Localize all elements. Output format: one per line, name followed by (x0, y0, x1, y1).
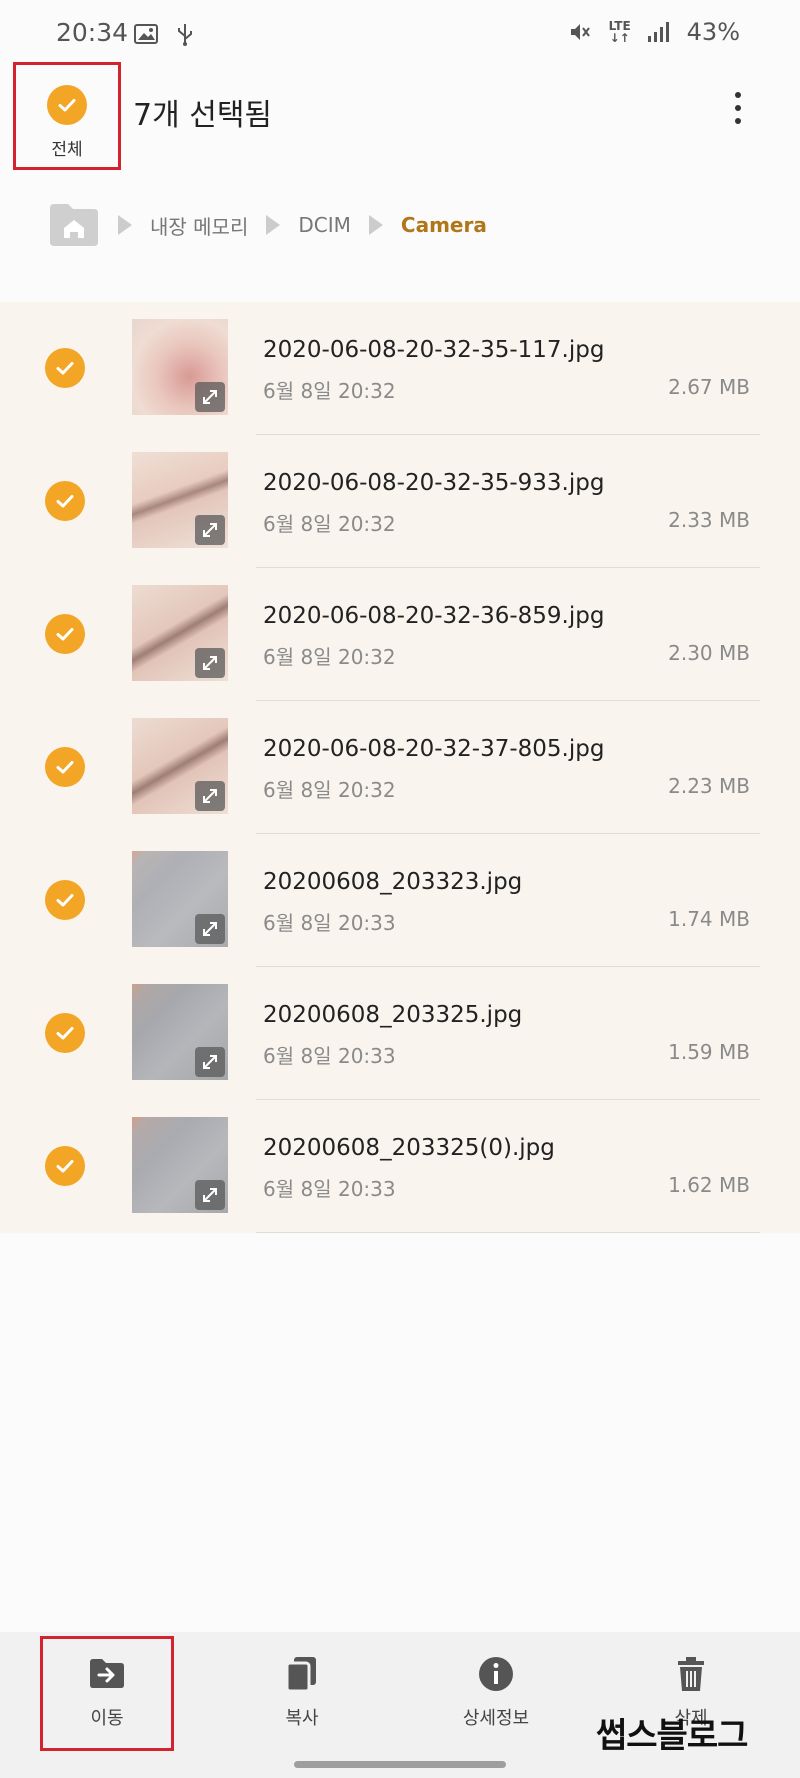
file-name: 2020-06-08-20-32-37-805.jpg (263, 736, 605, 762)
status-time: 20:34 (56, 18, 129, 47)
file-size: 1.59 MB (668, 1040, 750, 1064)
chevron-right-icon (266, 215, 281, 235)
expand-icon[interactable] (195, 382, 225, 412)
expand-icon[interactable] (195, 1180, 225, 1210)
chevron-right-icon (368, 215, 383, 235)
lte-icon: LTE ↓↑ (608, 19, 631, 45)
file-thumbnail[interactable] (132, 984, 228, 1080)
file-list: 2020-06-08-20-32-35-117.jpg 6월 8일 20:32 … (0, 302, 800, 1233)
page-title: 7개 선택됨 (133, 98, 273, 133)
expand-icon[interactable] (195, 515, 225, 545)
status-bar: 20:34 LTE ↓↑ 43% (0, 0, 800, 70)
file-name: 2020-06-08-20-32-35-933.jpg (263, 470, 605, 496)
checkbox-checked-icon[interactable] (45, 747, 85, 787)
move-button[interactable]: 이동 (27, 1632, 187, 1778)
file-thumbnail[interactable] (132, 452, 228, 548)
file-thumbnail[interactable] (132, 585, 228, 681)
checkbox-checked-icon[interactable] (45, 1146, 85, 1186)
file-row[interactable]: 20200608_203323.jpg 6월 8일 20:33 1.74 MB (0, 834, 800, 967)
breadcrumb-dcim[interactable]: DCIM (298, 213, 351, 237)
file-row[interactable]: 2020-06-08-20-32-35-117.jpg 6월 8일 20:32 … (0, 302, 800, 435)
file-size: 2.30 MB (668, 641, 750, 665)
checkbox-checked-icon[interactable] (45, 481, 85, 521)
chevron-right-icon (118, 215, 132, 235)
copy-label: 복사 (285, 1708, 319, 1729)
battery-percent: 43% (686, 18, 740, 46)
breadcrumb-camera: Camera (400, 213, 487, 237)
home-indicator[interactable] (294, 1761, 506, 1768)
expand-icon[interactable] (195, 1047, 225, 1077)
status-notification-icons (134, 22, 194, 46)
file-thumbnail[interactable] (132, 718, 228, 814)
breadcrumb-internal-storage[interactable]: 내장 메모리 (150, 211, 248, 240)
file-size: 1.74 MB (668, 907, 750, 931)
file-name: 2020-06-08-20-32-36-859.jpg (263, 603, 605, 629)
checkbox-checked-icon[interactable] (45, 348, 85, 388)
copy-button[interactable]: 복사 (222, 1632, 382, 1778)
check-icon (47, 85, 87, 125)
checkbox-checked-icon[interactable] (45, 880, 85, 920)
file-row[interactable]: 2020-06-08-20-32-36-859.jpg 6월 8일 20:32 … (0, 568, 800, 701)
expand-icon[interactable] (195, 914, 225, 944)
expand-icon[interactable] (195, 648, 225, 678)
gallery-icon (134, 24, 158, 44)
file-date: 6월 8일 20:33 (263, 1177, 396, 1201)
file-name: 2020-06-08-20-32-35-117.jpg (263, 337, 605, 363)
usb-icon (178, 24, 192, 46)
divider (256, 1232, 760, 1233)
more-options-button[interactable] (726, 86, 750, 130)
checkbox-checked-icon[interactable] (45, 614, 85, 654)
more-vert-icon (735, 92, 741, 98)
file-size: 2.23 MB (668, 774, 750, 798)
file-date: 6월 8일 20:32 (263, 512, 396, 536)
file-size: 2.33 MB (668, 508, 750, 532)
signal-icon (647, 22, 669, 42)
info-icon (479, 1657, 513, 1691)
file-row[interactable]: 2020-06-08-20-32-37-805.jpg 6월 8일 20:32 … (0, 701, 800, 834)
file-size: 1.62 MB (668, 1173, 750, 1197)
details-button[interactable]: 상세정보 (416, 1632, 576, 1778)
file-row[interactable]: 20200608_203325(0).jpg 6월 8일 20:33 1.62 … (0, 1100, 800, 1233)
file-name: 20200608_203323.jpg (263, 869, 523, 895)
file-date: 6월 8일 20:33 (263, 1044, 396, 1068)
status-system-icons: LTE ↓↑ 43% (569, 18, 740, 46)
copy-icon (285, 1657, 316, 1693)
file-row[interactable]: 2020-06-08-20-32-35-933.jpg 6월 8일 20:32 … (0, 435, 800, 568)
select-all-button[interactable]: 전체 (13, 62, 121, 170)
file-name: 20200608_203325.jpg (263, 1002, 523, 1028)
file-thumbnail[interactable] (132, 1117, 228, 1213)
move-label: 이동 (90, 1708, 124, 1729)
mute-icon (570, 24, 590, 40)
expand-icon[interactable] (195, 781, 225, 811)
folder-home-icon[interactable] (48, 202, 100, 248)
select-all-label: 전체 (51, 140, 83, 160)
details-label: 상세정보 (462, 1708, 530, 1729)
file-row[interactable]: 20200608_203325.jpg 6월 8일 20:33 1.59 MB (0, 967, 800, 1100)
breadcrumb: 내장 메모리 DCIM Camera (48, 200, 487, 250)
file-date: 6월 8일 20:32 (263, 379, 396, 403)
file-thumbnail[interactable] (132, 319, 228, 415)
move-folder-icon (90, 1659, 124, 1688)
trash-icon (678, 1657, 704, 1691)
watermark: 썹스블로그 (596, 1716, 748, 1756)
file-date: 6월 8일 20:33 (263, 911, 396, 935)
file-thumbnail[interactable] (132, 851, 228, 947)
file-date: 6월 8일 20:32 (263, 645, 396, 669)
file-size: 2.67 MB (668, 375, 750, 399)
file-date: 6월 8일 20:32 (263, 778, 396, 802)
file-name: 20200608_203325(0).jpg (263, 1135, 555, 1161)
checkbox-checked-icon[interactable] (45, 1013, 85, 1053)
